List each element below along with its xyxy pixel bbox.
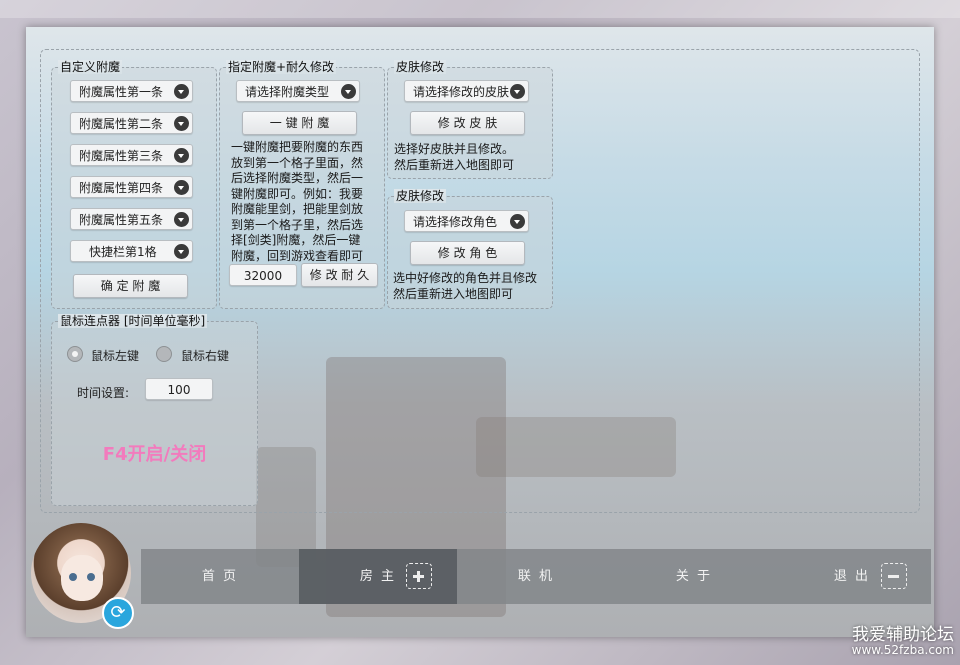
plus-icon (406, 563, 432, 589)
left-button-label: 鼠标左键 (91, 349, 140, 363)
chevron-down-icon (174, 212, 189, 227)
confirm-enchant-button[interactable]: 确 定 附 魔 (73, 274, 188, 298)
custom-enchant-title: 自定义附魔 (58, 60, 123, 74)
skin-description: 选择好皮肤并且修改。 然后重新进入地图即可 (394, 142, 550, 173)
role-combo[interactable]: 请选择修改角色 (404, 210, 529, 232)
description-line: 后选择附魔类型，然后一 (231, 171, 364, 185)
nav-host[interactable]: 房 主 (299, 549, 457, 604)
right-button-label: 鼠标右键 (181, 349, 230, 363)
left-button-radio[interactable] (67, 346, 83, 362)
nav-home[interactable]: 首 页 (141, 549, 299, 604)
chevron-down-icon (341, 84, 356, 99)
combo-label: 快捷栏第1格 (89, 245, 157, 259)
chevron-down-icon (174, 84, 189, 99)
hotkey-hint: F4开启/关闭 (102, 444, 207, 465)
skin-combo[interactable]: 请选择修改的皮肤 (404, 80, 529, 102)
enchant-durability-title: 指定附魔+耐久修改 (226, 60, 337, 74)
chevron-down-icon (174, 244, 189, 259)
description-line: 键附魔即可。例如：我要 (231, 186, 364, 201)
combo-label: 附魔属性第三条 (79, 149, 164, 163)
chevron-down-icon (510, 214, 525, 229)
enchant-description: 一键附魔把要附魔的东西 放到第一个格子里面，然 后选择附魔类型，然后一 键附魔即… (231, 140, 381, 264)
combo-label: 附魔属性第四条 (79, 181, 164, 195)
nav-exit[interactable]: 退 出 (773, 549, 931, 604)
modify-skin-button[interactable]: 修 改 皮 肤 (410, 111, 525, 135)
avatar-eye (69, 573, 77, 581)
enchant-attribute-1-combo[interactable]: 附魔属性第一条 (70, 80, 193, 102)
enchant-attribute-4-combo[interactable]: 附魔属性第四条 (70, 176, 193, 198)
combo-label: 请选择修改角色 (413, 215, 498, 229)
nav-about[interactable]: 关 于 (615, 549, 773, 604)
nav-label: 退 出 (833, 569, 871, 584)
enchant-attribute-3-combo[interactable]: 附魔属性第三条 (70, 144, 193, 166)
chevron-down-icon (174, 180, 189, 195)
bottom-nav-bar: 首 页 房 主 联 机 关 于 退 出 (141, 549, 931, 604)
one-key-enchant-button[interactable]: 一 键 附 魔 (242, 111, 357, 135)
avatar-eye (87, 573, 95, 581)
enchant-attribute-2-combo[interactable]: 附魔属性第二条 (70, 112, 193, 134)
enchant-type-combo[interactable]: 请选择附魔类型 (236, 80, 360, 102)
durability-input[interactable]: 32000 (229, 264, 297, 286)
nav-label: 关 于 (675, 569, 713, 584)
role-description: 选中好修改的角色并且修改 然后重新进入地图即可 (393, 271, 553, 302)
custom-enchant-group: 自定义附魔 附魔属性第一条 附魔属性第二条 附魔属性第三条 附魔属性第四条 附魔… (51, 60, 217, 309)
description-line: 选中好修改的角色并且修改 (393, 271, 538, 285)
minus-icon (881, 563, 907, 589)
description-line: 放到第一个格子里面，然 (231, 155, 364, 170)
chevron-down-icon (510, 84, 525, 99)
combo-label: 附魔属性第二条 (79, 117, 164, 131)
watermark-title: 我爱辅助论坛 (852, 625, 954, 645)
time-setting-label: 时间设置: (77, 386, 130, 400)
time-setting-input[interactable]: 100 (145, 378, 213, 400)
nav-label: 首 页 (201, 569, 239, 584)
refresh-icon[interactable]: ⟳ (102, 597, 134, 629)
mouse-clicker-group: 鼠标连点器 [时间单位毫秒] 鼠标左键 鼠标右键 时间设置: 100 F4开启/… (51, 314, 258, 506)
right-button-radio[interactable] (156, 346, 172, 362)
description-line: 然后重新进入地图即可 (393, 286, 514, 301)
combo-label: 附魔属性第五条 (79, 213, 164, 227)
description-line: 附魔，回到游戏查看即可 (231, 248, 364, 263)
modify-role-button[interactable]: 修 改 角 色 (410, 241, 525, 265)
combo-label: 附魔属性第一条 (79, 85, 164, 99)
avatar-face (61, 555, 103, 601)
role-group: 皮肤修改 请选择修改角色 修 改 角 色 选中好修改的角色并且修改 然后重新进入… (387, 189, 553, 309)
description-line: 到第一个格子里，然后选 (231, 217, 364, 232)
description-line: 然后重新进入地图即可 (394, 157, 515, 172)
app-window: 自定义附魔 附魔属性第一条 附魔属性第二条 附魔属性第三条 附魔属性第四条 附魔… (26, 27, 934, 637)
description-line: 一键附魔把要附魔的东西 (231, 140, 364, 154)
skin-group: 皮肤修改 请选择修改的皮肤 修 改 皮 肤 选择好皮肤并且修改。 然后重新进入地… (387, 60, 553, 179)
nav-label: 联 机 (517, 569, 555, 584)
chevron-down-icon (174, 116, 189, 131)
role-title: 皮肤修改 (394, 189, 447, 203)
description-line: 选择好皮肤并且修改。 (394, 142, 515, 156)
modify-durability-button[interactable]: 修 改 耐 久 (301, 263, 378, 287)
skin-title: 皮肤修改 (394, 60, 447, 74)
nav-label: 房 主 (359, 569, 397, 584)
enchant-attribute-5-combo[interactable]: 附魔属性第五条 (70, 208, 193, 230)
combo-label: 请选择附魔类型 (245, 85, 330, 99)
mouse-clicker-title: 鼠标连点器 [时间单位毫秒] (58, 314, 208, 328)
description-line: 附魔能里剑，把能里剑放 (231, 202, 364, 216)
combo-label: 请选择修改的皮肤 (413, 85, 510, 99)
enchant-durability-group: 指定附魔+耐久修改 请选择附魔类型 一 键 附 魔 一键附魔把要附魔的东西 放到… (219, 60, 385, 309)
nav-online[interactable]: 联 机 (457, 549, 615, 604)
description-line: 择[剑类]附魔，然后一键 (231, 233, 361, 247)
watermark-url: www.52fzba.com (851, 643, 954, 657)
hotbar-slot-combo[interactable]: 快捷栏第1格 (70, 240, 193, 262)
background-top (0, 0, 960, 18)
chevron-down-icon (174, 148, 189, 163)
